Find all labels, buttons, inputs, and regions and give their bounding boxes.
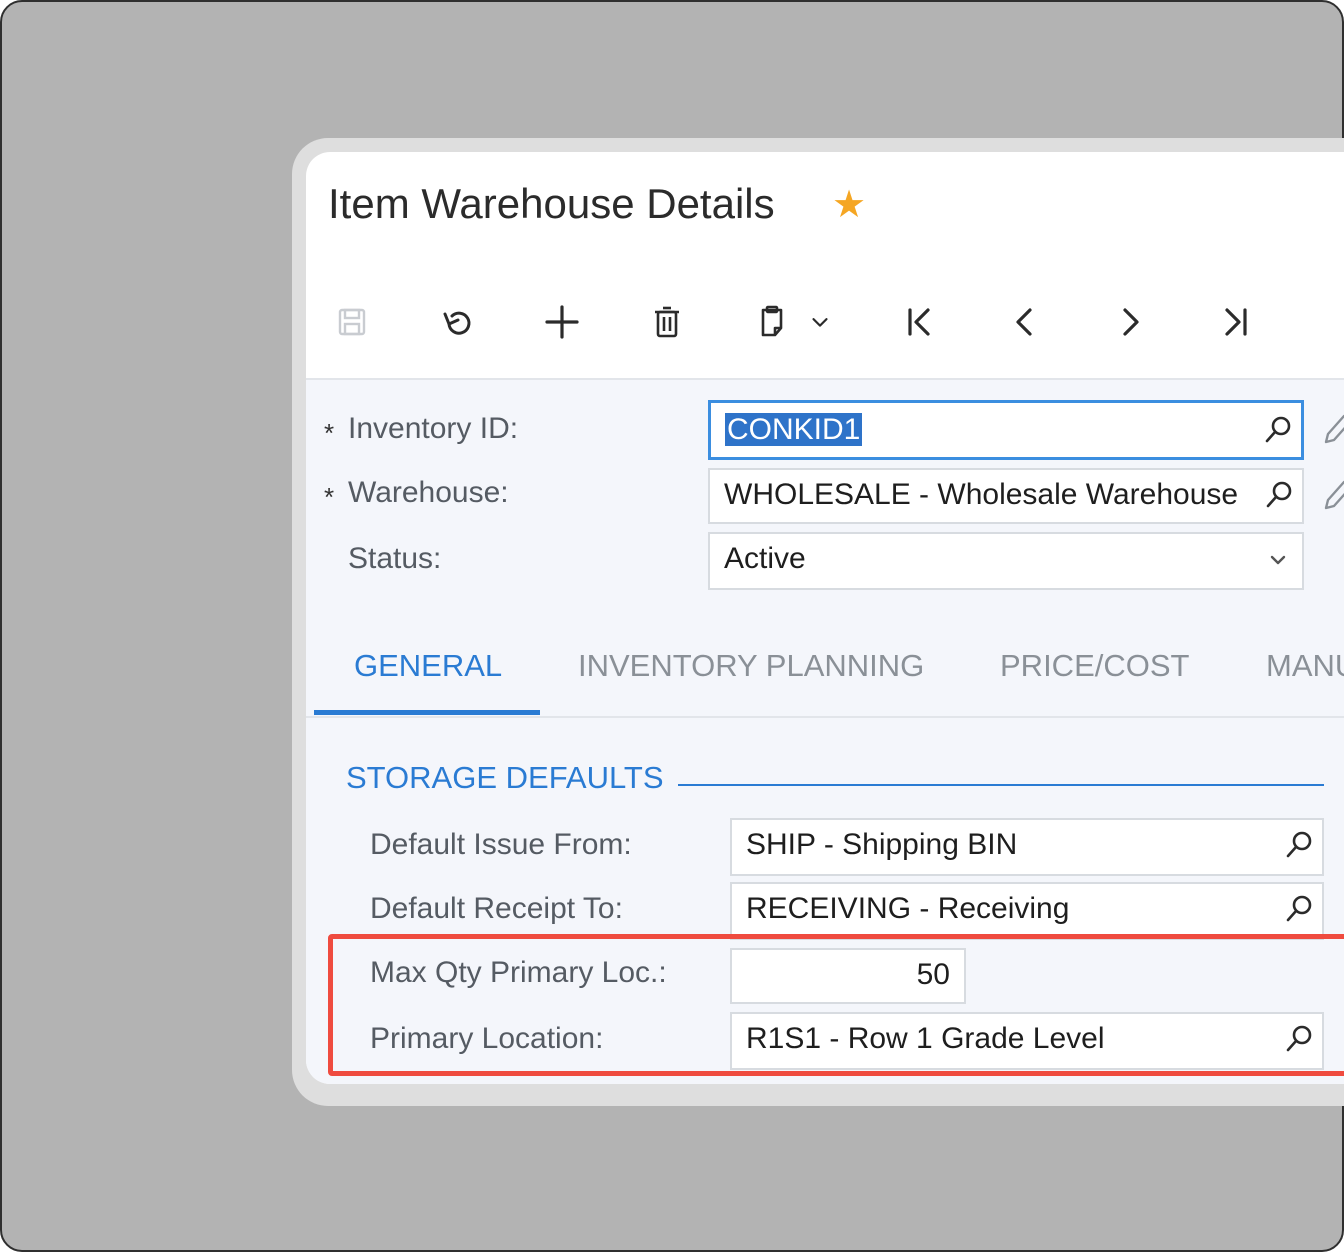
tab-inventory-planning[interactable]: INVENTORY PLANNING <box>578 648 924 684</box>
default-receipt-to-label: Default Receipt To: <box>370 892 623 925</box>
trash-icon <box>655 306 679 338</box>
undo-button[interactable] <box>427 292 487 352</box>
star-icon[interactable]: ★ <box>832 186 866 224</box>
previous-button[interactable] <box>995 292 1055 352</box>
first-record-icon <box>908 308 930 336</box>
default-issue-from-field[interactable]: SHIP - Shipping BIN <box>730 818 1324 876</box>
edit-inventory-icon[interactable] <box>1322 412 1344 446</box>
page-title: Item Warehouse Details <box>328 180 775 227</box>
tab-general[interactable]: GENERAL <box>354 648 502 684</box>
status-select[interactable]: Active <box>708 532 1304 590</box>
previous-icon <box>1016 308 1032 336</box>
clipboard-icon <box>761 305 783 337</box>
copy-paste-menu-button[interactable] <box>800 292 840 352</box>
section-divider <box>678 784 1324 786</box>
default-issue-from-value: SHIP - Shipping BIN <box>746 828 1018 861</box>
chevron-down-icon <box>1270 555 1286 565</box>
next-button[interactable] <box>1100 292 1160 352</box>
chevron-down-icon <box>812 318 828 327</box>
warehouse-field[interactable]: WHOLESALE - Wholesale Warehouse <box>708 468 1304 524</box>
tab-bar: GENERAL INVENTORY PLANNING PRICE/COST MA… <box>306 636 1344 718</box>
add-button[interactable] <box>532 292 592 352</box>
default-issue-from-label: Default Issue From: <box>370 828 632 861</box>
first-record-button[interactable] <box>890 292 950 352</box>
delete-button[interactable] <box>637 292 697 352</box>
inventory-id-field[interactable]: CONKID1 <box>708 400 1304 460</box>
search-icon[interactable] <box>1284 894 1314 924</box>
toolbar <box>306 282 1344 362</box>
default-receipt-to-field[interactable]: RECEIVING - Receiving <box>730 882 1324 940</box>
search-icon[interactable] <box>1264 480 1294 510</box>
undo-icon <box>443 311 471 335</box>
tab-manu[interactable]: MANU <box>1266 648 1344 684</box>
copy-paste-button[interactable] <box>742 292 802 352</box>
required-marker: * <box>324 418 335 448</box>
last-record-icon <box>1225 308 1247 336</box>
plus-icon <box>545 305 579 339</box>
default-receipt-to-value: RECEIVING - Receiving <box>746 892 1070 925</box>
save-button[interactable] <box>322 292 382 352</box>
section-title-storage-defaults: STORAGE DEFAULTS <box>346 760 664 795</box>
search-icon[interactable] <box>1284 830 1314 860</box>
inventory-id-value: CONKID1 <box>725 413 863 446</box>
save-icon <box>338 308 366 336</box>
search-icon[interactable] <box>1263 415 1293 445</box>
next-icon <box>1123 308 1139 336</box>
last-record-button[interactable] <box>1205 292 1265 352</box>
status-value: Active <box>724 542 806 575</box>
warehouse-label: Warehouse: <box>348 476 509 509</box>
edit-warehouse-icon[interactable] <box>1322 478 1344 512</box>
warehouse-value: WHOLESALE - Wholesale Warehouse <box>724 478 1239 511</box>
inventory-id-label: Inventory ID: <box>348 412 519 445</box>
tab-price-cost[interactable]: PRICE/COST <box>1000 648 1189 684</box>
highlight-box <box>328 934 1344 1076</box>
active-tab-indicator <box>314 710 540 715</box>
required-marker: * <box>324 482 335 512</box>
status-label: Status: <box>348 542 442 575</box>
